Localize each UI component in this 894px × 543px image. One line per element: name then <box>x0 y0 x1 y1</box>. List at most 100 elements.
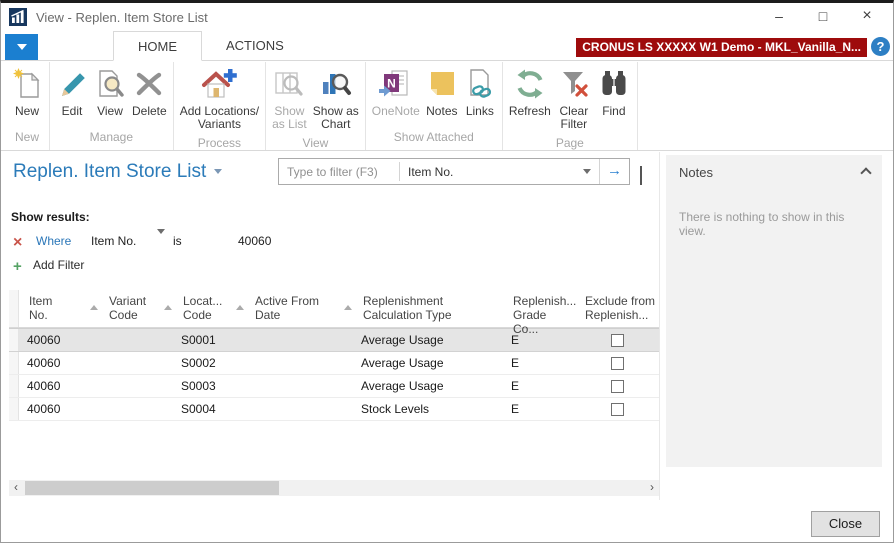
button-label: Add Locations/ Variants <box>180 105 259 131</box>
new-document-icon <box>11 66 43 102</box>
sticky-note-icon <box>426 66 458 102</box>
exclude-checkbox[interactable] <box>611 357 624 370</box>
cell-replenishment-calculation-type: Average Usage <box>353 375 503 397</box>
page-title-caret-icon[interactable] <box>214 169 222 174</box>
table-header-row: Item No. Variant Code Locat... Code Acti… <box>9 290 659 328</box>
column-header-active-from-date[interactable]: Active From Date <box>245 290 353 327</box>
apply-filter-button[interactable]: → <box>599 159 629 184</box>
scroll-right-button[interactable]: › <box>645 480 659 496</box>
refresh-button[interactable]: Refresh <box>506 62 554 118</box>
cell-active-from-date <box>245 329 353 351</box>
table-row[interactable]: 40060 S0002 Average Usage E <box>9 352 659 375</box>
cell-replenishment-grade-code: E <box>503 398 575 420</box>
delete-button[interactable]: Delete <box>129 62 170 118</box>
remove-filter-button[interactable]: × <box>13 234 22 252</box>
sort-ascending-icon <box>344 305 352 310</box>
cell-active-from-date <box>245 375 353 397</box>
show-as-chart-icon <box>319 66 353 102</box>
table-row[interactable]: 40060 S0001 Average Usage E <box>9 328 659 352</box>
cell-replenishment-calculation-type: Average Usage <box>353 329 503 351</box>
minimize-button[interactable]: – <box>757 3 801 31</box>
svg-text:N: N <box>387 77 396 91</box>
page-title: Replen. Item Store List <box>13 161 222 183</box>
row-selector-gutter[interactable] <box>9 398 19 420</box>
table-row[interactable]: 40060 S0003 Average Usage E <box>9 375 659 398</box>
add-locations-variants-button[interactable]: Add Locations/ Variants <box>177 62 262 131</box>
cell-replenishment-calculation-type: Average Usage <box>353 352 503 374</box>
new-button[interactable]: New <box>8 62 46 118</box>
cell-location-code: S0004 <box>173 398 245 420</box>
delete-x-icon <box>133 66 165 102</box>
filter-field-dropdown[interactable]: Item No. <box>91 234 136 248</box>
column-header-variant-code[interactable]: Variant Code <box>99 290 173 327</box>
column-header-replenishment-grade-code[interactable]: Replenish... Grade Co... <box>503 290 575 327</box>
column-header-replenishment-calculation-type[interactable]: Replenishment Calculation Type <box>353 290 503 327</box>
notes-button[interactable]: Notes <box>423 62 461 118</box>
button-label: Edit <box>62 105 83 118</box>
add-filter-button[interactable]: Add Filter <box>33 258 84 272</box>
collapse-filter-pane-button[interactable] <box>640 168 642 186</box>
chevron-up-icon <box>640 166 642 185</box>
filter-column-value: Item No. <box>408 165 453 179</box>
column-header-item-no[interactable]: Item No. <box>19 290 99 327</box>
app-window: View - Replen. Item Store List – □ × HOM… <box>0 0 894 543</box>
show-as-list-icon <box>272 66 306 102</box>
cell-variant-code <box>99 375 173 397</box>
ribbon-group-label: Manage <box>53 125 170 150</box>
scrollbar-thumb[interactable] <box>25 481 279 495</box>
window-title: View - Replen. Item Store List <box>36 10 208 25</box>
cell-location-code: S0003 <box>173 375 245 397</box>
notes-empty-message: There is nothing to show in this view. <box>666 180 882 238</box>
tab-home[interactable]: HOME <box>113 31 202 61</box>
cell-variant-code <box>99 329 173 351</box>
ribbon-group-label: Process <box>177 131 262 156</box>
horizontal-scrollbar[interactable]: ‹ › <box>9 480 659 496</box>
app-menu-button[interactable] <box>5 34 38 60</box>
cell-item-no: 40060 <box>19 398 99 420</box>
find-binoculars-icon <box>597 66 631 102</box>
sort-ascending-icon <box>90 305 98 310</box>
cell-variant-code <box>99 398 173 420</box>
filter-box: Type to filter (F3) Item No. → <box>278 158 630 185</box>
clear-filter-button[interactable]: Clear Filter <box>554 62 594 131</box>
plus-icon: + <box>13 258 22 275</box>
row-selector-gutter[interactable] <box>9 375 19 397</box>
links-button[interactable]: Links <box>461 62 499 118</box>
edit-pencil-icon <box>56 66 88 102</box>
filter-value-input[interactable]: 40060 <box>238 234 271 248</box>
show-as-list-button: Show as List <box>269 62 310 131</box>
collapse-notes-button[interactable] <box>860 167 871 178</box>
ribbon-group-label: Page <box>506 131 634 156</box>
ribbon-group-manage: Edit View <box>50 62 174 150</box>
row-selector-gutter[interactable] <box>9 352 19 374</box>
where-link[interactable]: Where <box>36 234 71 248</box>
close-button[interactable]: Close <box>811 511 880 537</box>
table-row[interactable]: 40060 S0004 Stock Levels E <box>9 398 659 421</box>
edit-button[interactable]: Edit <box>53 62 91 118</box>
exclude-checkbox[interactable] <box>611 380 624 393</box>
column-header-location-code[interactable]: Locat... Code <box>173 290 245 327</box>
chevron-down-icon[interactable] <box>157 234 165 248</box>
add-locations-house-icon <box>200 66 238 102</box>
view-button[interactable]: View <box>91 62 129 118</box>
cell-active-from-date <box>245 398 353 420</box>
filter-column-dropdown[interactable]: Item No. <box>400 165 599 179</box>
tab-actions[interactable]: ACTIONS <box>202 31 308 61</box>
help-button[interactable]: ? <box>871 37 890 56</box>
notes-panel: Notes There is nothing to show in this v… <box>666 155 882 467</box>
column-header-exclude-from-replenishment[interactable]: Exclude from Replenish... <box>575 290 659 327</box>
exclude-checkbox[interactable] <box>611 403 624 416</box>
scroll-left-button[interactable]: ‹ <box>9 480 23 496</box>
ribbon-group-label: View <box>269 131 362 156</box>
links-chain-icon <box>464 66 496 102</box>
notes-panel-title: Notes <box>679 165 713 180</box>
close-window-button[interactable]: × <box>845 3 889 31</box>
cell-variant-code <box>99 352 173 374</box>
row-selector-gutter[interactable] <box>9 329 19 351</box>
find-button[interactable]: Find <box>594 62 634 118</box>
show-as-chart-button[interactable]: Show as Chart <box>310 62 362 131</box>
exclude-checkbox[interactable] <box>611 334 624 347</box>
quick-filter-input[interactable]: Type to filter (F3) <box>279 165 399 179</box>
maximize-button[interactable]: □ <box>801 3 845 31</box>
sort-ascending-icon <box>236 305 244 310</box>
